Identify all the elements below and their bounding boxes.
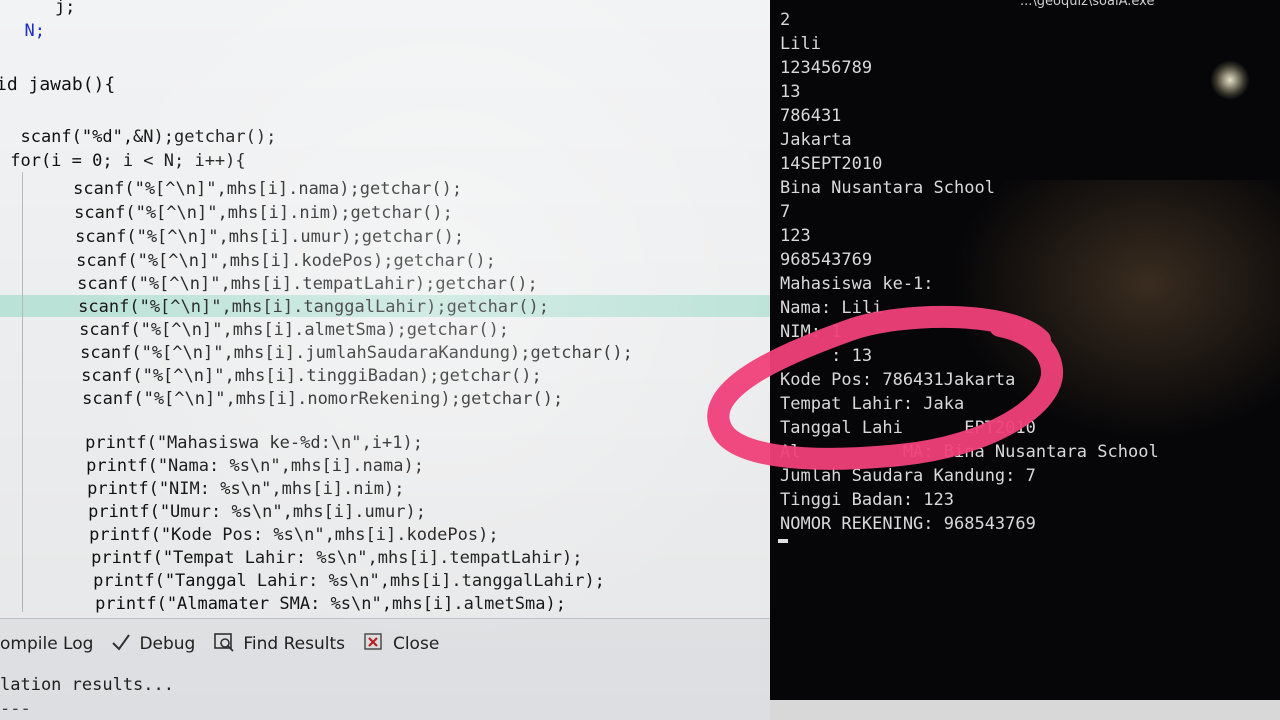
console-line: 123 bbox=[780, 226, 811, 246]
console-line: NOMOR REKENING: 968543769 bbox=[780, 514, 1036, 534]
console-output: 2 Lili 123456789 13 786431 Jakarta 14SEPT2010 B… bbox=[780, 8, 1159, 536]
console-line: Al MA: Bina Nusantara School bbox=[780, 442, 1159, 462]
tab-label: Debug bbox=[139, 634, 196, 654]
find-results-icon bbox=[213, 632, 235, 657]
tab-close[interactable]: Close bbox=[363, 632, 439, 657]
checkmark-icon bbox=[111, 633, 131, 656]
code-line[interactable]: scanf("%d",&N);getchar(); bbox=[0, 126, 276, 148]
code-line[interactable]: scanf("%[^\n]",mhs[i].nomorRekening);get… bbox=[31, 388, 563, 410]
console-line: 786431 bbox=[780, 106, 842, 126]
console-line: Mahasiswa ke-1: bbox=[780, 274, 934, 294]
console-line: 7 bbox=[780, 202, 791, 222]
close-icon bbox=[363, 632, 385, 657]
compile-results-separator: --- bbox=[0, 699, 31, 719]
code-line[interactable]: printf("Kode Pos: %s\n",mhs[i].kodePos); bbox=[38, 524, 498, 546]
console-line: Bina Nusantara School bbox=[780, 178, 995, 198]
code-line[interactable]: printf("Umur: %s\n",mhs[i].umur); bbox=[37, 501, 426, 523]
console-line: 123456789 bbox=[780, 58, 873, 78]
fold-gutter-line bbox=[22, 172, 23, 612]
console-line: Tempat Lahir: Jaka bbox=[780, 394, 965, 414]
code-line[interactable]: scanf("%[^\n]",mhs[i].kodePos);getchar()… bbox=[25, 250, 496, 272]
console-line: Tanggal Lahi EPT2010 bbox=[780, 418, 1036, 438]
bottom-panel: ompile Log Debug Find Results Close lati… bbox=[0, 618, 790, 720]
console-window[interactable]: ...\geoquiz\soalA.exe 2 Lili 123456789 13 78… bbox=[770, 0, 1280, 700]
code-line[interactable]: for(i = 0; i < N; i++){ bbox=[0, 150, 245, 172]
code-line[interactable]: scanf("%[^\n]",mhs[i].almetSma);getchar(… bbox=[28, 319, 509, 341]
console-cursor bbox=[778, 539, 788, 543]
tab-compile-log[interactable]: ompile Log bbox=[0, 634, 93, 654]
tab-find-results[interactable]: Find Results bbox=[213, 632, 345, 657]
console-line: 13 bbox=[780, 82, 801, 102]
code-line[interactable]: scanf("%[^\n]",mhs[i].tempatLahir);getch… bbox=[26, 273, 538, 295]
desktop-strip bbox=[770, 700, 1280, 720]
code-line[interactable]: scanf("%[^\n]",mhs[i].nama);getchar(); bbox=[22, 178, 462, 200]
console-line: 14SEPT2010 bbox=[780, 154, 883, 174]
console-line: 2 bbox=[780, 10, 791, 30]
code-line[interactable]: id jawab(){ bbox=[0, 74, 115, 96]
code-line[interactable]: scanf("%[^\n]",mhs[i].tanggalLahir);getc… bbox=[27, 296, 549, 318]
code-line[interactable]: scanf("%[^\n]",mhs[i].jumlahSaudaraKandu… bbox=[29, 342, 633, 364]
console-line: Jakarta bbox=[780, 130, 852, 150]
console-line: Kode Pos: 786431Jakarta bbox=[780, 370, 1016, 390]
code-line[interactable]: scanf("%[^\n]",mhs[i].tinggiBadan);getch… bbox=[30, 365, 542, 387]
code-line[interactable]: printf("Nama: %s\n",mhs[i].nama); bbox=[35, 455, 424, 477]
tab-label: Close bbox=[392, 634, 440, 654]
code-line[interactable]: N; bbox=[4, 20, 44, 42]
light-reflection bbox=[1210, 60, 1250, 100]
tab-label: ompile Log bbox=[0, 634, 94, 654]
code-line[interactable]: printf("Almamater SMA: %s\n",mhs[i].alme… bbox=[44, 593, 566, 615]
console-line: 968543769 bbox=[780, 250, 873, 270]
console-line: Lili bbox=[780, 34, 821, 54]
console-line: NIM: 1 bbox=[780, 322, 842, 342]
console-line: : 13 bbox=[780, 346, 873, 366]
console-line: Tinggi Badan: 123 bbox=[780, 490, 954, 510]
code-line[interactable]: printf("NIM: %s\n",mhs[i].nim); bbox=[36, 478, 404, 500]
code-area[interactable]: j; N; id jawab(){ scanf("%d",&N);getchar… bbox=[0, 0, 790, 620]
code-editor[interactable]: j; N; id jawab(){ scanf("%d",&N);getchar… bbox=[0, 0, 800, 720]
code-line[interactable]: printf("Tanggal Lahir: %s\n",mhs[i].tang… bbox=[42, 570, 605, 592]
tab-debug[interactable]: Debug bbox=[111, 633, 195, 656]
bottom-panel-tabs: ompile Log Debug Find Results Close bbox=[0, 627, 457, 661]
console-line: Nama: Lili bbox=[780, 298, 883, 318]
compile-results-text: lation results... bbox=[0, 675, 174, 695]
code-line[interactable]: printf("Tempat Lahir: %s\n",mhs[i].tempa… bbox=[40, 547, 582, 569]
code-line[interactable]: printf("Mahasiswa ke-%d:\n",i+1); bbox=[34, 432, 423, 454]
code-line[interactable]: scanf("%[^\n]",mhs[i].umur);getchar(); bbox=[24, 226, 464, 248]
code-line[interactable]: j; bbox=[14, 0, 75, 18]
tab-label: Find Results bbox=[243, 634, 345, 654]
code-line[interactable]: scanf("%[^\n]",mhs[i].nim);getchar(); bbox=[23, 202, 453, 224]
console-line: Jumlah Saudara Kandung: 7 bbox=[780, 466, 1036, 486]
